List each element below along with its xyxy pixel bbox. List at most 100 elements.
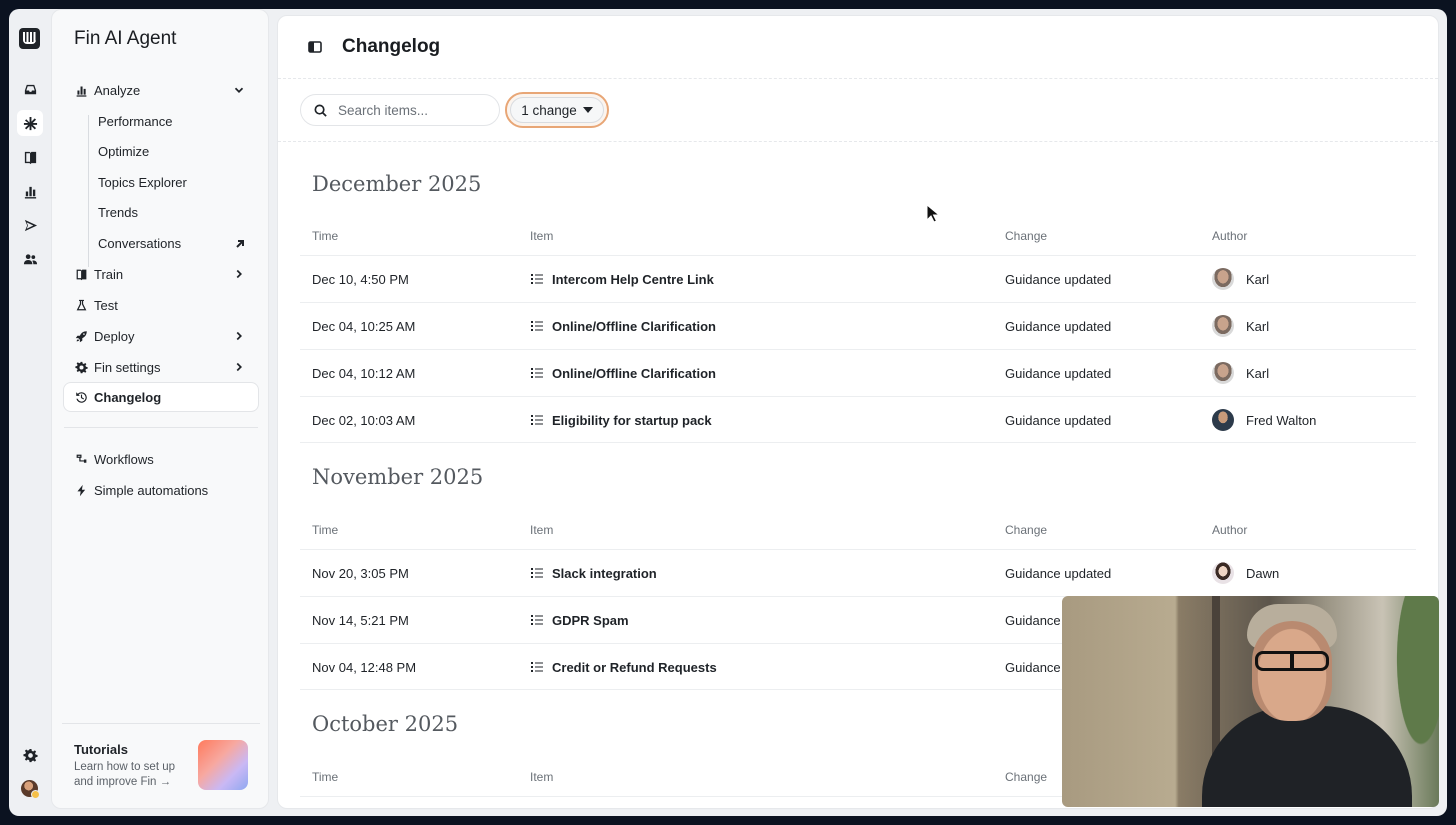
row-item-label: Slack integration xyxy=(552,565,657,581)
row-time: Nov 20, 3:05 PM xyxy=(312,565,409,581)
book-icon xyxy=(74,267,88,281)
presenter-head xyxy=(1252,621,1332,721)
column-header-item: Item xyxy=(530,523,554,537)
column-header-change: Change xyxy=(1005,523,1048,537)
sidebar-item-test[interactable]: Test xyxy=(64,291,258,319)
outbound-send-icon[interactable] xyxy=(17,212,43,238)
month-heading: October 2025 xyxy=(312,712,459,736)
row-item[interactable]: Intercom Help Centre Link xyxy=(530,256,714,302)
row-time: Dec 04, 10:12 AM xyxy=(312,365,416,381)
reports-icon[interactable] xyxy=(17,178,43,204)
inbox-icon[interactable] xyxy=(17,76,43,102)
list-icon xyxy=(531,568,543,578)
flask-icon xyxy=(74,298,88,312)
knowledge-book-icon[interactable] xyxy=(17,144,43,170)
sidebar-item-optimize[interactable]: Optimize xyxy=(98,140,149,162)
sidebar-item-conversations[interactable]: Conversations xyxy=(98,232,181,254)
row-time: Nov 14, 5:21 PM xyxy=(312,612,409,628)
presenter-video[interactable] xyxy=(1062,596,1439,807)
table-row[interactable]: Dec 04, 10:12 AM Online/Offline Clarific… xyxy=(300,349,1416,396)
search-icon xyxy=(314,104,327,117)
table-row[interactable]: Dec 02, 10:03 AM Eligibility for startup… xyxy=(300,396,1416,443)
tutorials-divider xyxy=(62,723,260,724)
sidebar-item-label: Train xyxy=(94,266,124,282)
sidebar: Fin AI Agent Analyze Performance Optimiz… xyxy=(51,9,269,809)
month-heading: December 2025 xyxy=(312,172,482,196)
sidebar-item-changelog[interactable]: Changelog xyxy=(64,383,258,411)
rocket-icon xyxy=(74,329,88,343)
column-header-item: Item xyxy=(530,770,554,784)
intercom-logo-icon[interactable] xyxy=(19,28,40,49)
sidebar-item-label: Analyze xyxy=(94,82,141,98)
avatar xyxy=(1212,315,1234,337)
sidebar-title: Fin AI Agent xyxy=(74,28,177,49)
column-header-author: Author xyxy=(1212,523,1248,537)
filter-button-label: 1 change xyxy=(521,102,577,118)
avatar xyxy=(1212,409,1234,431)
chevron-right-icon xyxy=(232,360,246,374)
search-input[interactable] xyxy=(338,102,488,118)
avatar xyxy=(1212,362,1234,384)
avatar xyxy=(1212,562,1234,584)
row-author: Karl xyxy=(1212,350,1269,396)
sidebar-item-simple-automations[interactable]: Simple automations xyxy=(64,476,258,504)
row-item[interactable]: Online/Offline Clarification xyxy=(530,303,716,349)
fin-ai-icon[interactable] xyxy=(17,110,43,136)
row-item[interactable]: Slack integration xyxy=(530,550,657,596)
sidebar-item-analyze[interactable]: Analyze xyxy=(64,76,258,104)
row-author-name: Karl xyxy=(1246,318,1270,334)
table-row[interactable]: Dec 04, 10:25 AM Online/Offline Clarific… xyxy=(300,302,1416,349)
sidebar-item-performance[interactable]: Performance xyxy=(98,110,172,132)
toolbar: 1 change xyxy=(278,79,1438,142)
row-item-label: Intercom Help Centre Link xyxy=(552,271,714,287)
row-item[interactable]: GDPR Spam xyxy=(530,597,629,643)
column-header-time: Time xyxy=(312,229,339,243)
column-header-item: Item xyxy=(530,229,554,243)
column-header-change: Change xyxy=(1005,229,1048,243)
sidebar-toggle-icon[interactable] xyxy=(308,40,322,54)
user-avatar[interactable] xyxy=(21,780,40,799)
workflow-icon xyxy=(74,452,88,466)
tutorials-description[interactable]: Learn how to set up and improve Fin → xyxy=(74,760,194,790)
row-author-name: Karl xyxy=(1246,271,1270,287)
contacts-icon[interactable] xyxy=(17,246,43,272)
mouse-cursor-icon xyxy=(926,204,940,223)
month-heading: November 2025 xyxy=(312,465,484,489)
gear-icon xyxy=(74,360,88,374)
row-item-label: Eligibility for startup pack xyxy=(552,412,712,428)
row-time: Dec 04, 10:25 AM xyxy=(312,318,416,334)
settings-gear-icon[interactable] xyxy=(17,742,43,768)
list-icon xyxy=(531,321,543,331)
row-author: Karl xyxy=(1212,303,1269,349)
row-item[interactable]: Credit or Refund Requests xyxy=(530,644,717,690)
row-change: Guidance updated xyxy=(1005,318,1112,334)
icon-rail xyxy=(9,9,51,816)
row-time: Dec 02, 10:03 AM xyxy=(312,412,416,428)
list-icon xyxy=(531,415,543,425)
sidebar-item-deploy[interactable]: Deploy xyxy=(64,322,258,350)
avatar xyxy=(1212,268,1234,290)
row-change: Guidance updated xyxy=(1005,565,1112,581)
row-time: Dec 10, 4:50 PM xyxy=(312,271,409,287)
row-author: Fred Walton xyxy=(1212,397,1316,443)
sidebar-item-trends[interactable]: Trends xyxy=(98,201,138,223)
history-icon xyxy=(74,390,88,404)
column-header-time: Time xyxy=(312,770,339,784)
row-item[interactable]: Online/Offline Clarification xyxy=(530,350,716,396)
tutorials-title[interactable]: Tutorials xyxy=(74,742,128,757)
sidebar-item-topics-explorer[interactable]: Topics Explorer xyxy=(98,171,187,193)
row-change: Guidance updated xyxy=(1005,365,1112,381)
tutorials-thumbnail[interactable] xyxy=(198,740,248,790)
sidebar-item-label: Test xyxy=(94,297,118,313)
column-header-time: Time xyxy=(312,523,339,537)
sidebar-item-workflows[interactable]: Workflows xyxy=(64,445,258,473)
column-header-author: Author xyxy=(1212,229,1248,243)
sidebar-item-train[interactable]: Train xyxy=(64,260,258,288)
sidebar-item-fin-settings[interactable]: Fin settings xyxy=(64,353,258,381)
table-row[interactable]: Nov 20, 3:05 PM Slack integration Guidan… xyxy=(300,549,1416,596)
row-author: Karl xyxy=(1212,256,1269,302)
table-row[interactable]: Dec 10, 4:50 PM Intercom Help Centre Lin… xyxy=(300,255,1416,302)
change-filter-button[interactable]: 1 change xyxy=(505,92,609,128)
search-box[interactable] xyxy=(300,94,500,126)
row-item[interactable]: Eligibility for startup pack xyxy=(530,397,712,443)
